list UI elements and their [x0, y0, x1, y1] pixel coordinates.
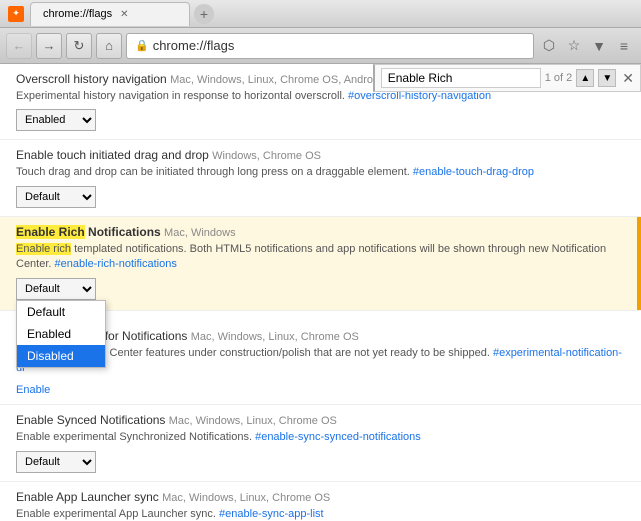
favicon: ✦	[8, 6, 24, 22]
flag-platforms: Mac, Windows	[164, 227, 236, 239]
forward-icon: →	[43, 38, 56, 53]
flag-control: Default Enabled Disabled	[16, 186, 96, 208]
flag-name-highlight: Enable Rich Notifications	[16, 225, 164, 239]
home-icon: ⌂	[105, 38, 113, 53]
flag-title: Enable Rich Notifications Mac, Windows	[16, 225, 625, 239]
flag-desc: Enable experimental Synchronized Notific…	[16, 430, 625, 445]
accent-bar	[637, 217, 641, 310]
highlight-text: Enable Rich	[16, 225, 85, 239]
bookmark-btn[interactable]: ▼	[588, 35, 610, 57]
flag-link[interactable]: #enable-rich-notifications	[55, 258, 177, 270]
back-icon: ←	[13, 38, 26, 53]
menu-btn[interactable]: ≡	[613, 35, 635, 57]
flag-name-rest: Notifications	[88, 225, 161, 239]
nav-right-btns: ⬡ ☆ ▼ ≡	[538, 35, 635, 57]
dropdown-option-disabled[interactable]: Disabled	[17, 345, 105, 367]
cast-btn[interactable]: ⬡	[538, 35, 560, 57]
tab-close-btn[interactable]: ✕	[120, 9, 128, 20]
flag-control: Default Enabled Disabled	[16, 109, 96, 131]
address-icon: 🔒	[135, 39, 149, 52]
page-content: Overscroll history navigation Mac, Windo…	[0, 64, 641, 521]
find-up-icon: ▲	[580, 73, 590, 84]
back-btn[interactable]: ←	[6, 33, 32, 59]
flag-link[interactable]: #enable-sync-app-list	[219, 508, 324, 520]
tab-label: chrome://flags	[43, 8, 112, 20]
flag-desc: Enable rich templated notifications. Bot…	[16, 242, 625, 273]
flag-desc: Touch drag and drop can be initiated thr…	[16, 165, 625, 180]
flag-app-launcher-sync: Enable App Launcher sync Mac, Windows, L…	[0, 482, 641, 521]
flag-link[interactable]: #enable-sync-synced-notifications	[255, 431, 421, 443]
flag-title: Enable Synced Notifications Mac, Windows…	[16, 413, 625, 427]
find-input[interactable]	[381, 68, 541, 88]
find-close-btn[interactable]: ✕	[622, 70, 634, 87]
flag-platforms: Mac, Windows, Linux, Chrome OS	[191, 331, 359, 343]
flag-touch-drag: Enable touch initiated drag and drop Win…	[0, 140, 641, 216]
star-btn[interactable]: ☆	[563, 35, 585, 57]
dropdown-option-enabled[interactable]: Enabled	[17, 323, 105, 345]
home-btn[interactable]: ⌂	[96, 33, 122, 59]
flag-desc: Shows Notification Center features under…	[16, 346, 625, 377]
title-bar: ✦ chrome://flags ✕ +	[0, 0, 641, 28]
flag-title: Enable touch initiated drag and drop Win…	[16, 148, 625, 162]
flag-platforms: Mac, Windows, Linux, Chrome OS, Android	[170, 74, 382, 86]
flag-name: Enable App Launcher sync	[16, 490, 159, 504]
flag-name: Enable touch initiated drag and drop	[16, 148, 209, 162]
find-next-btn[interactable]: ▼	[598, 69, 616, 87]
address-text: chrome://flags	[153, 38, 235, 53]
flag-name: Enable Synced Notifications	[16, 413, 165, 427]
flag-sync-notifications: Enable Synced Notifications Mac, Windows…	[0, 405, 641, 481]
flag-control-rich: Default Enabled Disabled Default Enabled…	[16, 278, 96, 300]
flag-select-rich[interactable]: Default Enabled Disabled	[16, 278, 96, 300]
flag-link[interactable]: #experimental-notification-ui	[16, 347, 622, 374]
new-tab-btn[interactable]: +	[194, 4, 214, 24]
find-down-icon: ▼	[602, 73, 612, 84]
flag-select[interactable]: Default Enabled Disabled	[16, 109, 96, 131]
find-bar: 1 of 2 ▲ ▼ ✕	[373, 64, 641, 92]
flag-select[interactable]: Default Enabled Disabled	[16, 451, 96, 473]
find-count: 1 of 2	[545, 72, 573, 84]
flag-title: Experimental UI for Notifications Mac, W…	[16, 329, 625, 343]
dropdown-option-default[interactable]: Default	[17, 301, 105, 323]
flag-link[interactable]: #enable-touch-drag-drop	[413, 166, 534, 178]
flag-title: Enable App Launcher sync Mac, Windows, L…	[16, 490, 625, 504]
flag-desc: Enable experimental App Launcher sync. #…	[16, 507, 625, 521]
forward-btn[interactable]: →	[36, 33, 62, 59]
enable-link[interactable]: Enable	[16, 384, 50, 396]
nav-bar: ← → ↻ ⌂ 🔒 chrome://flags ⬡ ☆ ▼ ≡	[0, 28, 641, 64]
find-prev-btn[interactable]: ▲	[576, 69, 594, 87]
flag-platforms: Mac, Windows, Linux, Chrome OS	[169, 415, 337, 427]
address-bar[interactable]: 🔒 chrome://flags	[126, 33, 534, 59]
flag-rich-notifications: Enable Rich Notifications Mac, Windows E…	[0, 217, 641, 311]
flag-name: Overscroll history navigation	[16, 72, 167, 86]
flag-platforms: Windows, Chrome OS	[212, 150, 321, 162]
reload-icon: ↻	[74, 38, 85, 54]
flag-control: Default Enabled Disabled	[16, 451, 96, 473]
reload-btn[interactable]: ↻	[66, 33, 92, 59]
dropdown-menu: Default Enabled Disabled	[16, 300, 106, 368]
flag-select[interactable]: Default Enabled Disabled	[16, 186, 96, 208]
flag-platforms: Mac, Windows, Linux, Chrome OS	[162, 492, 330, 504]
browser-tab[interactable]: chrome://flags ✕	[30, 2, 190, 26]
desc-highlight: Enable rich	[16, 243, 71, 255]
